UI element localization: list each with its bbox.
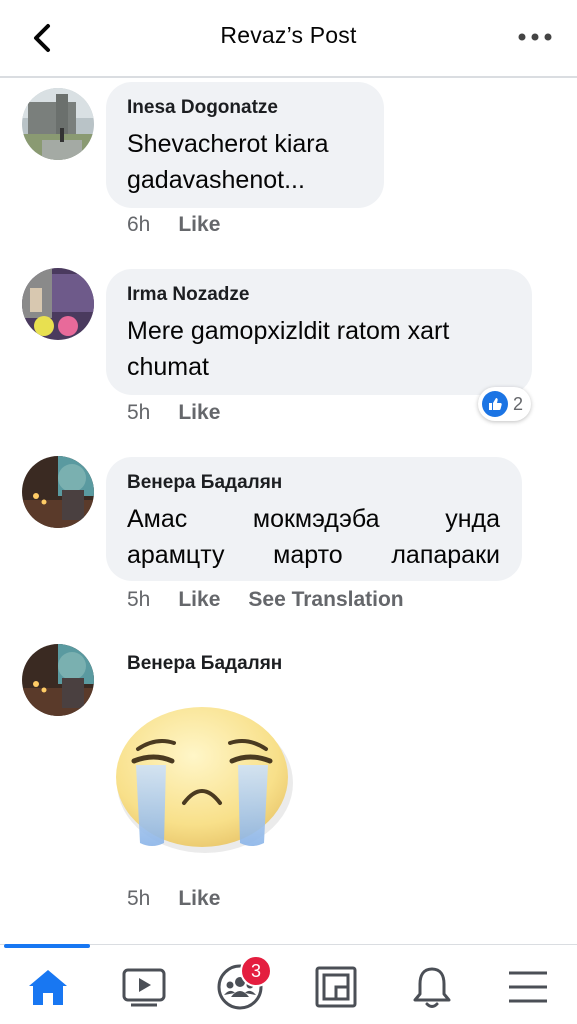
comment-time: 6h [127,213,151,236]
comment-text: Амас мокмэдэба унда арамцту марто лапара… [127,505,500,569]
comment-meta: 5h Like [127,887,220,911]
comment-bubble[interactable]: Inesa Dogonatze Shevacherot kiara gadava… [106,82,384,208]
home-icon [29,970,67,1005]
thumbs-up-icon [482,391,508,417]
comment-text: Shevacherot kiara gadavashenot... [127,130,329,194]
menu-icon [509,971,547,1003]
comment-meta: 6h Like [127,213,220,237]
crying-face-sticker[interactable] [112,703,294,853]
comment-author[interactable]: Inesa Dogonatze [127,96,362,120]
like-button[interactable]: Like [178,213,220,237]
avatar[interactable] [22,268,94,340]
bottom-navigation: 3 [0,944,577,1024]
comment-meta: 5h Like See Translation [127,588,404,612]
page-title: Revaz’s Post [220,22,357,48]
more-dots-icon [518,33,552,41]
see-translation-button[interactable]: See Translation [248,588,403,612]
top-bar: Revaz’s Post [0,0,577,78]
avatar[interactable] [22,644,94,716]
nav-notifications[interactable] [402,961,462,1013]
comment-meta: 5h Like [127,401,220,425]
comment-time: 5h [127,401,151,424]
reaction-summary[interactable]: 2 [478,387,532,421]
comment-author[interactable]: Венера Бадалян [127,653,282,675]
nav-menu[interactable] [498,961,558,1013]
nav-pages[interactable] [306,961,366,1013]
comment-bubble[interactable]: Irma Nozadze Mere gamopxizldit ratom xar… [106,269,532,395]
comment-text: Mere gamopxizldit ratom xart chumat [127,317,450,381]
like-button[interactable]: Like [178,887,220,911]
bell-icon [413,967,451,1008]
more-options-button[interactable] [515,22,555,52]
reaction-count: 2 [513,393,524,414]
nav-home[interactable] [18,961,78,1013]
nav-watch[interactable] [114,961,174,1013]
active-tab-indicator [4,944,90,948]
like-button[interactable]: Like [178,588,220,612]
comment-time: 5h [127,588,151,611]
nav-groups[interactable]: 3 [210,955,272,1013]
comment-author[interactable]: Венера Бадалян [127,471,500,495]
pages-icon [315,966,357,1008]
avatar[interactable] [22,456,94,528]
comment-bubble[interactable]: Венера Бадалян Амас мокмэдэба унда арамц… [106,457,522,581]
notification-badge: 3 [240,955,272,987]
comment-author[interactable]: Irma Nozadze [127,283,510,307]
avatar[interactable] [22,88,94,160]
like-button[interactable]: Like [178,401,220,425]
watch-icon [122,968,166,1007]
comment-time: 5h [127,887,151,910]
